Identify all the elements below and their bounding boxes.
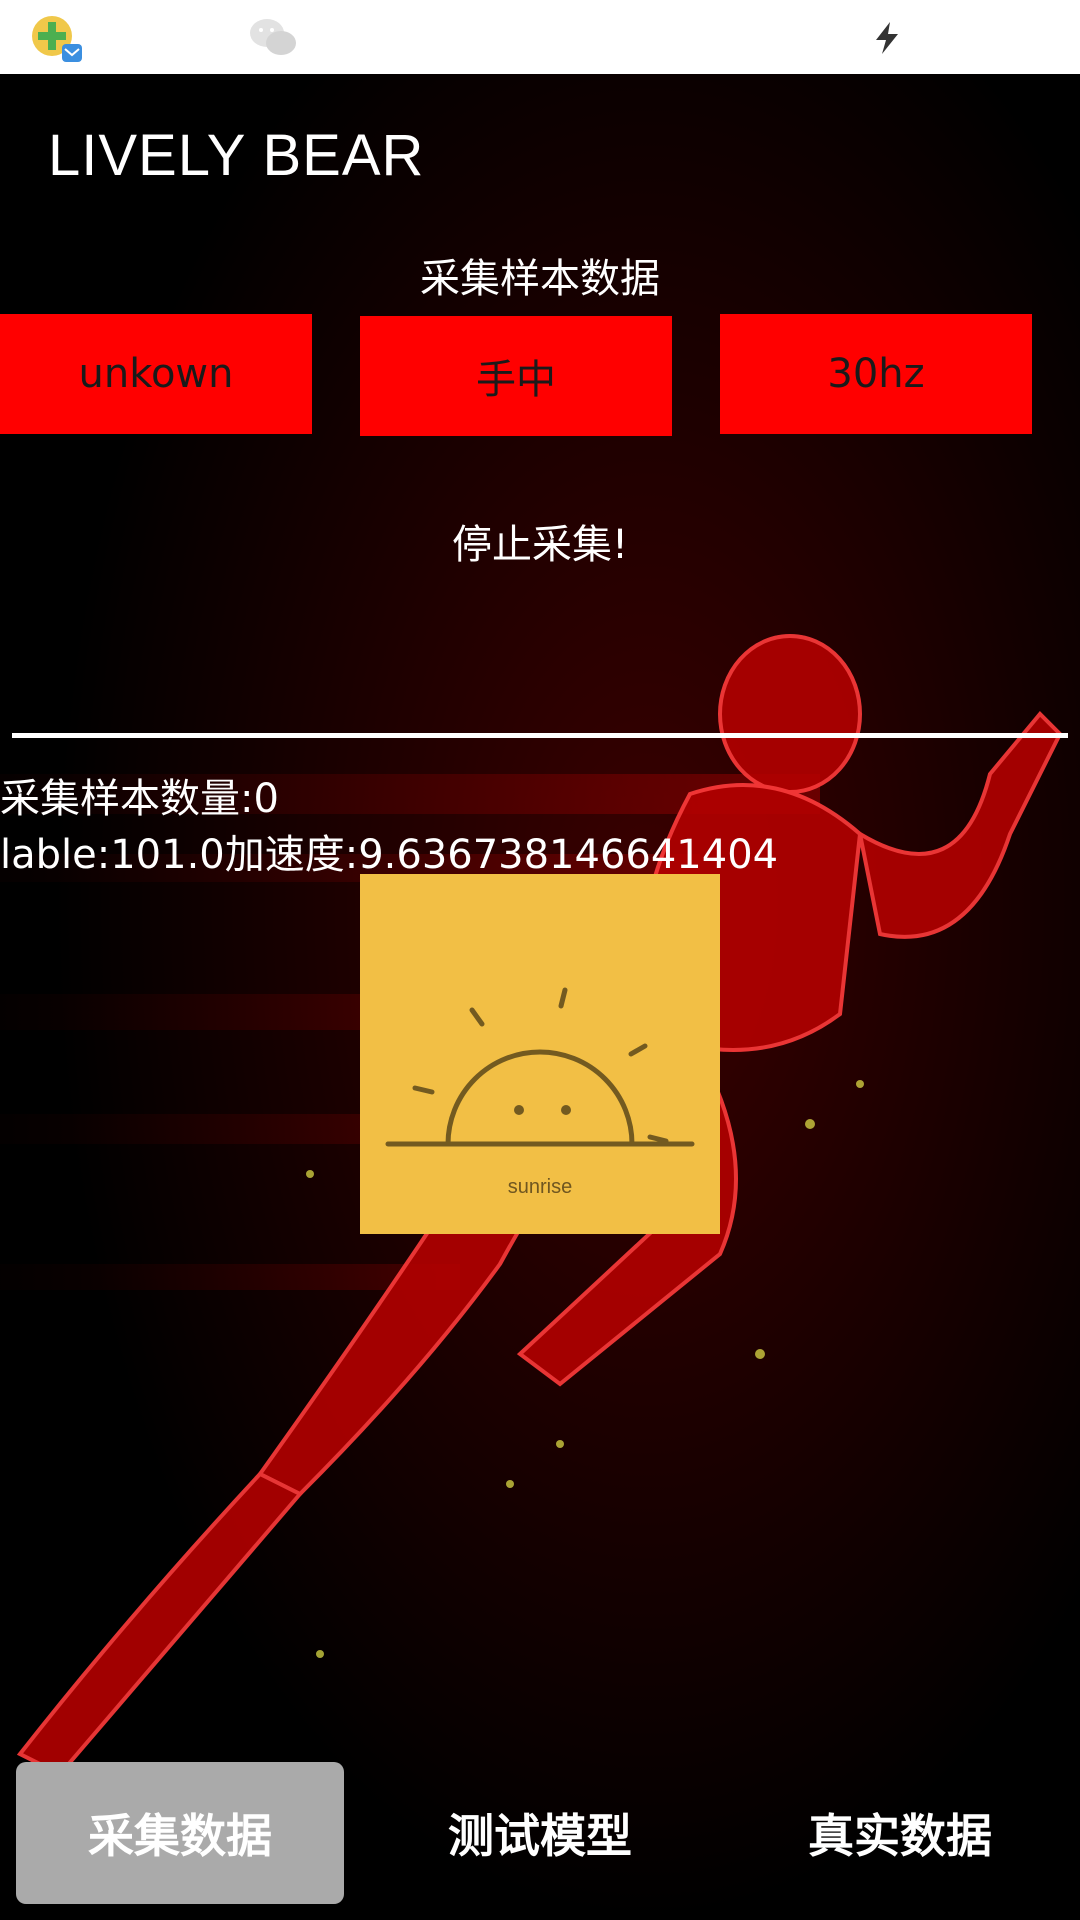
tab-test-model[interactable]: 测试模型	[376, 1762, 704, 1904]
section-title: 采集样本数据	[420, 256, 660, 302]
sensor-readout-text: lable:101.0加速度:9.636738146641404	[0, 832, 779, 878]
stop-collect-button[interactable]: 停止采集!	[0, 512, 1080, 570]
sunrise-caption: sunrise	[507, 1176, 573, 1198]
app-notification-icon	[32, 16, 82, 62]
position-select-button[interactable]: 手中	[360, 316, 672, 436]
placeholder-image-card: sunrise	[360, 874, 720, 1234]
status-bar	[0, 0, 1080, 74]
tab-real-data[interactable]: 真实数据	[736, 1762, 1064, 1904]
app-screen: LIVELY BEAR 采集样本数据 unkown 手中 30hz 停止采集! …	[0, 0, 1080, 1920]
divider	[12, 733, 1068, 738]
frequency-select-button[interactable]: 30hz	[720, 314, 1032, 434]
label-select-button[interactable]: unkown	[0, 314, 312, 434]
flash-icon	[876, 22, 898, 54]
sample-count-text: 采集样本数量:0	[0, 776, 279, 822]
tab-collect-data[interactable]: 采集数据	[16, 1762, 344, 1904]
app-title: LIVELY BEAR	[48, 123, 425, 188]
wechat-icon	[250, 19, 296, 55]
